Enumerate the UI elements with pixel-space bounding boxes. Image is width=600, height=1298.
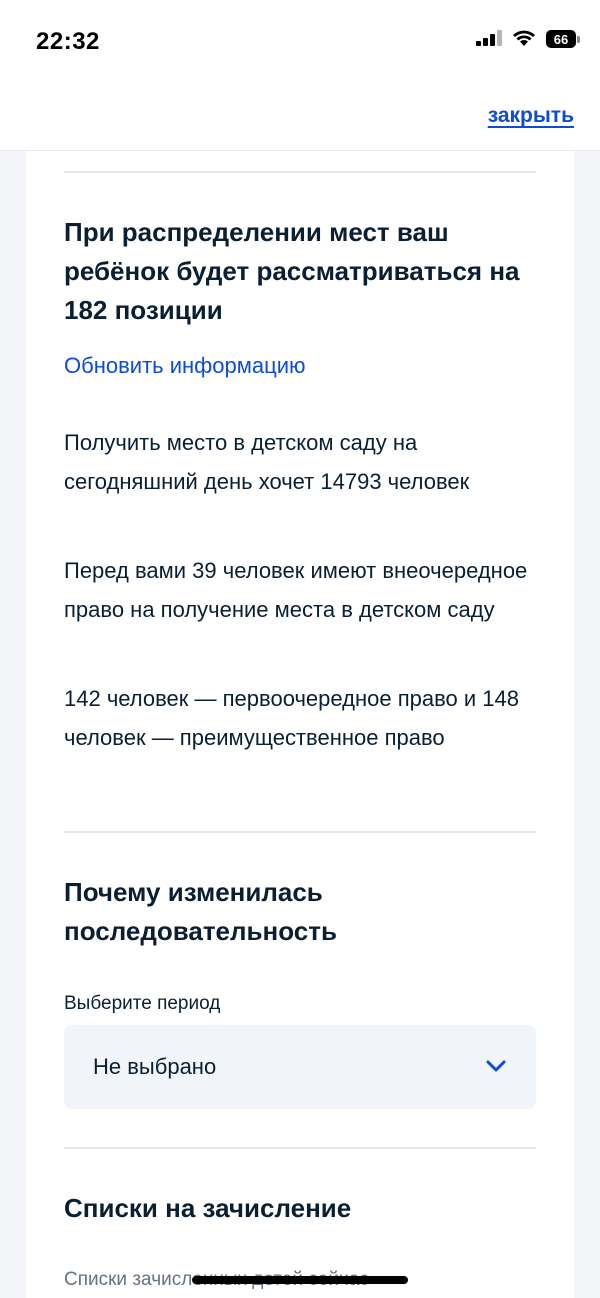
period-select-value: Не выбрано bbox=[93, 1054, 217, 1079]
battery-tip bbox=[577, 35, 580, 43]
status-time: 22:32 bbox=[36, 28, 100, 55]
queue-position-heading: При распределении мест ваш ребёнок будет… bbox=[64, 217, 520, 325]
queue-card: При распределении мест ваш ребёнок будет… bbox=[26, 151, 574, 1298]
divider bbox=[64, 831, 536, 833]
enrollment-heading: Списки на зачисление bbox=[64, 1193, 352, 1223]
period-label: Выберите период bbox=[64, 993, 221, 1014]
queue-total-text: Получить место в детском саду на сегодня… bbox=[64, 430, 470, 494]
queue-priority-text: Перед вами 39 человек имеют внеочередное… bbox=[64, 558, 528, 622]
update-info-link[interactable]: Обновить информацию bbox=[64, 351, 544, 381]
divider bbox=[64, 1147, 536, 1149]
wifi-icon bbox=[513, 30, 535, 46]
top-header: закрыть bbox=[0, 88, 600, 151]
period-select[interactable]: Не выбрано bbox=[64, 1025, 536, 1109]
sequence-heading: Почему изменилась последовательность bbox=[64, 877, 337, 946]
chevron-down-icon bbox=[486, 1060, 506, 1072]
home-indicator bbox=[192, 1276, 408, 1284]
close-link[interactable]: закрыть bbox=[488, 104, 574, 128]
cellular-signal-icon bbox=[476, 30, 502, 46]
battery-icon: 66 bbox=[546, 30, 580, 48]
battery-level: 66 bbox=[546, 30, 576, 48]
queue-rights-text: 142 человек — первоочередное право и 148… bbox=[64, 686, 519, 750]
status-bar: 22:32 66 bbox=[0, 0, 600, 88]
status-icons: 66 bbox=[476, 30, 580, 48]
divider bbox=[64, 171, 536, 173]
